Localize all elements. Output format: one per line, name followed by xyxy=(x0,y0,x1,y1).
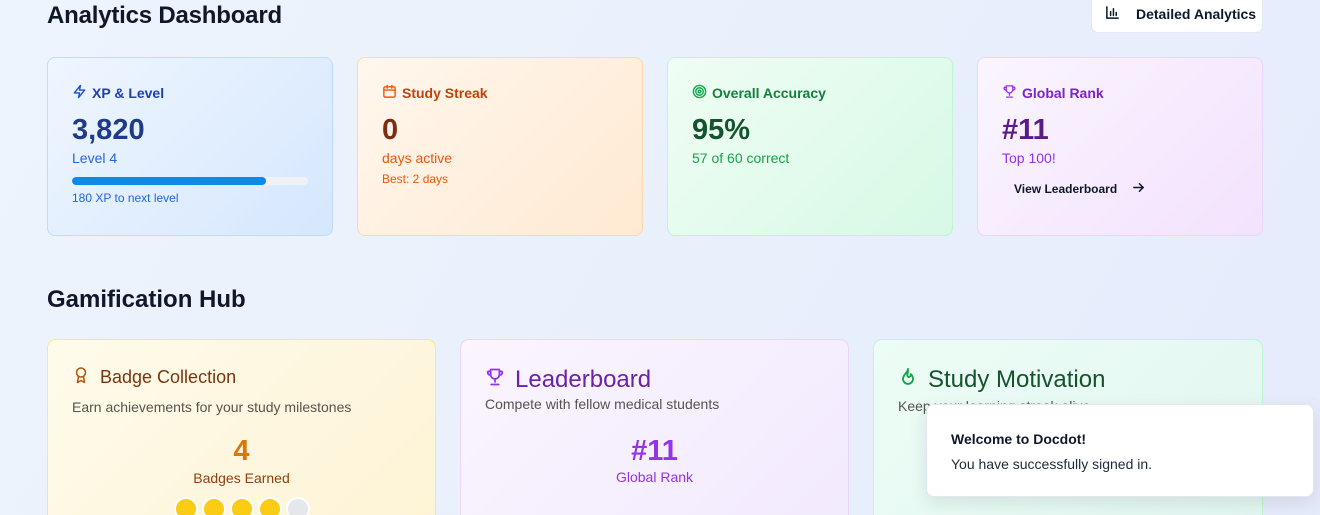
xp-level-card: XP & Level 3,820 Level 4 180 XP to next … xyxy=(47,57,333,236)
study-motivation-title: Study Motivation xyxy=(928,366,1106,393)
accuracy-value: 95% xyxy=(692,114,751,146)
xp-progress-fill xyxy=(72,177,266,185)
trophy-icon xyxy=(1002,84,1017,102)
badge-collection-title: Badge Collection xyxy=(100,367,237,387)
badge-icon xyxy=(173,497,198,515)
arrow-right-icon xyxy=(1132,181,1145,197)
overall-accuracy-card: Overall Accuracy 95% 57 of 60 correct xyxy=(667,57,953,236)
xp-label: XP & Level xyxy=(92,85,165,101)
streak-sub: days active xyxy=(382,150,453,166)
view-leaderboard-label: View Leaderboard xyxy=(1014,182,1118,196)
rank-label: Global Rank xyxy=(1022,85,1104,101)
badge-collection-desc: Earn achievements for your study milesto… xyxy=(72,399,352,415)
toast-title: Welcome to Docdot! xyxy=(951,431,1087,447)
accuracy-sub: 57 of 60 correct xyxy=(692,150,790,166)
leaderboard-title: Leaderboard xyxy=(515,366,652,393)
calendar-icon xyxy=(382,84,397,102)
streak-value: 0 xyxy=(382,114,399,146)
flame-icon xyxy=(898,366,918,394)
more-badges-icon xyxy=(285,497,310,515)
leaderboard-card: Leaderboard Compete with fellow medical … xyxy=(460,339,849,515)
level-text: Level 4 xyxy=(72,150,118,166)
page-title: Analytics Dashboard xyxy=(47,2,282,29)
detailed-analytics-button[interactable]: Detailed Analytics xyxy=(1091,0,1263,33)
leaderboard-rank-label: Global Rank xyxy=(615,469,694,485)
rank-value: #11 xyxy=(1002,114,1049,146)
badges-earned-count: 4 xyxy=(233,435,250,467)
welcome-toast[interactable]: Welcome to Docdot! You have successfully… xyxy=(926,404,1314,497)
global-rank-card: Global Rank #11 Top 100! View Leaderboar… xyxy=(977,57,1263,236)
study-streak-card: Study Streak 0 days active Best: 2 days xyxy=(357,57,643,236)
xp-value: 3,820 xyxy=(72,114,145,146)
rank-sub: Top 100! xyxy=(1002,150,1056,166)
detailed-analytics-label: Detailed Analytics xyxy=(1136,5,1257,22)
gamification-hub-title: Gamification Hub xyxy=(47,286,246,313)
xp-progress-bar xyxy=(72,177,308,185)
xp-next-level-note: 180 XP to next level xyxy=(72,191,179,205)
award-icon xyxy=(72,366,90,389)
badge-icons-row xyxy=(72,497,411,515)
streak-label: Study Streak xyxy=(402,85,488,101)
toast-message: You have successfully signed in. xyxy=(951,456,1153,472)
badges-earned-label: Badges Earned xyxy=(193,470,290,486)
leaderboard-desc: Compete with fellow medical students xyxy=(485,396,720,412)
accuracy-label: Overall Accuracy xyxy=(712,85,826,101)
badge-icon xyxy=(257,497,282,515)
zap-icon xyxy=(72,84,87,102)
target-icon xyxy=(692,84,707,102)
bar-chart-icon xyxy=(1105,5,1120,23)
leaderboard-rank-value: #11 xyxy=(631,435,678,467)
badge-collection-card: Badge Collection Earn achievements for y… xyxy=(47,339,436,515)
streak-best-note: Best: 2 days xyxy=(382,172,449,186)
badge-icon xyxy=(229,497,254,515)
trophy-icon xyxy=(485,366,505,394)
badge-icon xyxy=(201,497,226,515)
view-leaderboard-button[interactable]: View Leaderboard xyxy=(1014,181,1238,197)
